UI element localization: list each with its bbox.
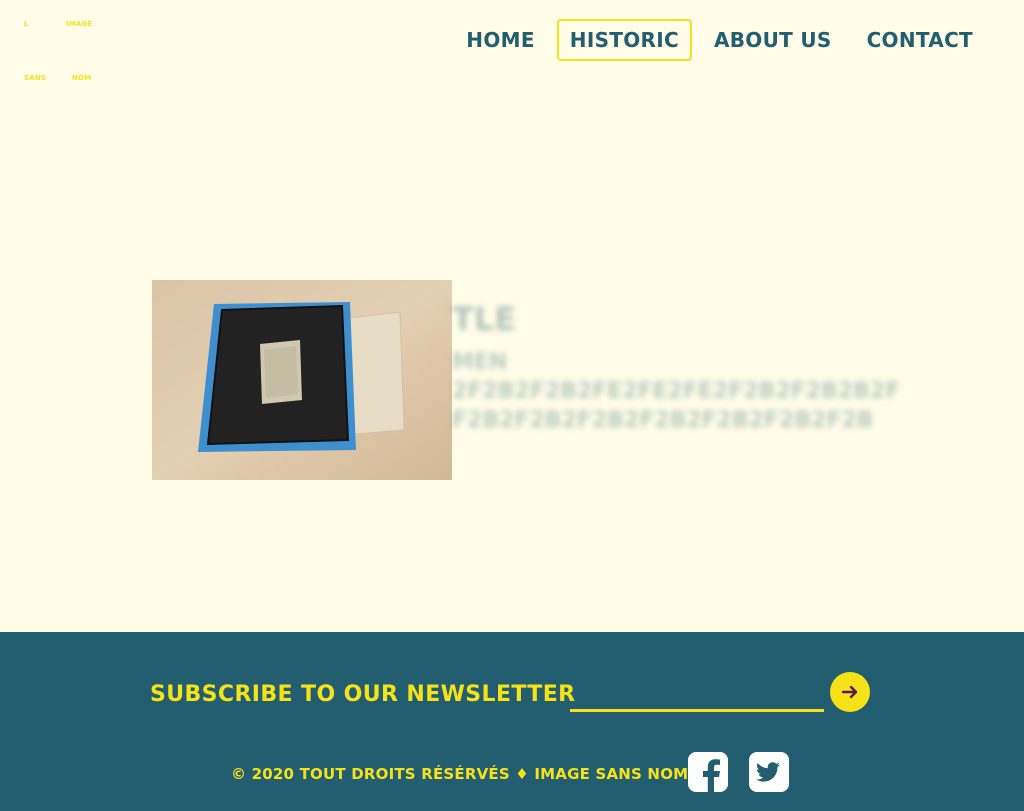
arrow-right-icon bbox=[841, 685, 858, 699]
facebook-icon bbox=[688, 752, 728, 792]
logo-word: IMAGE bbox=[66, 20, 93, 28]
nav-contact[interactable]: CONTACT bbox=[854, 19, 986, 61]
nav-home[interactable]: HOME bbox=[453, 19, 548, 61]
article-line: MEN bbox=[452, 350, 508, 375]
newsletter-label: SUBSCRIBE TO OUR NEWSLETTER bbox=[150, 682, 576, 707]
nav-about-us[interactable]: ABOUT US bbox=[701, 19, 845, 61]
newsletter-submit-button[interactable] bbox=[830, 672, 870, 712]
twitter-icon bbox=[749, 752, 789, 792]
article-excerpt: TLE MEN 2F2B2F2B2FE2FE2FE2F2B2F2B2B2F F2… bbox=[452, 300, 900, 435]
article-line: 2F2B2F2B2FE2FE2FE2F2B2F2B2B2F bbox=[452, 379, 901, 404]
article-line: F2B2F2B2F2B2F2B2F2B2F2B2F2B bbox=[452, 408, 874, 433]
article-title: TLE bbox=[452, 300, 517, 338]
article-photo[interactable] bbox=[152, 280, 452, 480]
logo-word: NOM bbox=[72, 74, 92, 82]
copyright-text: © 2020 TOUT DROITS RÉSÉRVÉS ♦ IMAGE SANS… bbox=[231, 765, 689, 783]
nav-historic[interactable]: HISTORIC bbox=[556, 19, 692, 61]
newsletter-email-input[interactable] bbox=[570, 682, 824, 712]
main-nav: HOME HISTORIC ABOUT US CONTACT bbox=[444, 19, 986, 61]
facebook-link[interactable] bbox=[688, 752, 728, 792]
site-logo[interactable]: L IMAGE SANS NOM bbox=[18, 14, 98, 86]
article-card: TLE MEN 2F2B2F2B2FE2FE2FE2F2B2F2B2B2F F2… bbox=[152, 280, 900, 480]
logo-word: L bbox=[24, 20, 29, 28]
site-footer: SUBSCRIBE TO OUR NEWSLETTER © 2020 TOUT … bbox=[0, 632, 1024, 811]
logo-word: SANS bbox=[24, 74, 47, 82]
twitter-link[interactable] bbox=[749, 752, 789, 792]
